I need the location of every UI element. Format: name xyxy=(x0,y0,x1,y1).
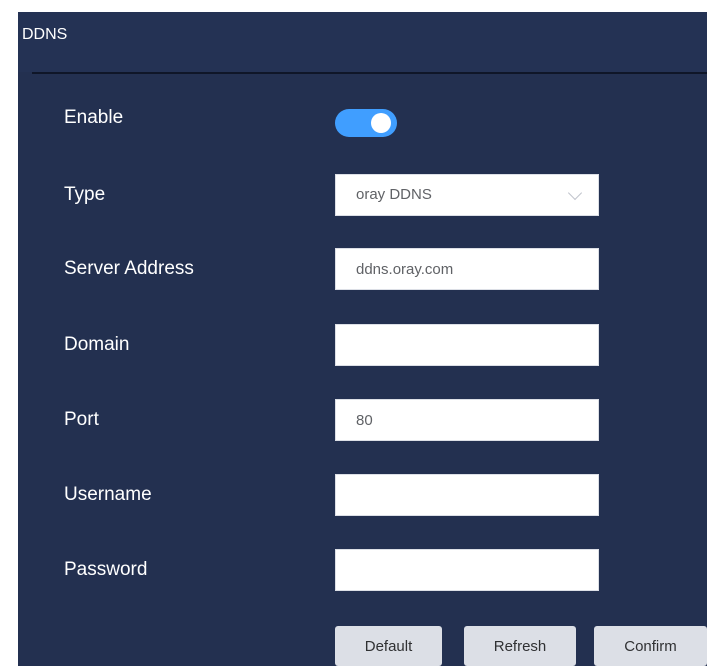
header-divider xyxy=(32,72,707,74)
password-input[interactable] xyxy=(335,549,599,591)
refresh-button[interactable]: Refresh xyxy=(464,626,576,666)
type-select[interactable]: oray DDNS xyxy=(335,174,599,216)
password-label: Password xyxy=(64,559,148,580)
type-label: Type xyxy=(64,184,106,205)
enable-toggle[interactable] xyxy=(335,109,397,137)
server-address-input[interactable] xyxy=(335,248,599,290)
port-label: Port xyxy=(64,409,99,430)
section-title: DDNS xyxy=(22,26,68,43)
username-input[interactable] xyxy=(335,474,599,516)
domain-label: Domain xyxy=(64,334,130,355)
section-header xyxy=(18,12,707,72)
confirm-button[interactable]: Confirm xyxy=(594,626,707,666)
username-label: Username xyxy=(64,484,152,505)
enable-label: Enable xyxy=(64,107,124,128)
toggle-knob xyxy=(371,113,391,133)
domain-input[interactable] xyxy=(335,324,599,366)
port-input[interactable] xyxy=(335,399,599,441)
type-select-value: oray DDNS xyxy=(356,186,432,203)
chevron-down-icon xyxy=(567,185,583,201)
default-button[interactable]: Default xyxy=(335,626,442,666)
server-address-label: Server Address xyxy=(64,258,194,279)
